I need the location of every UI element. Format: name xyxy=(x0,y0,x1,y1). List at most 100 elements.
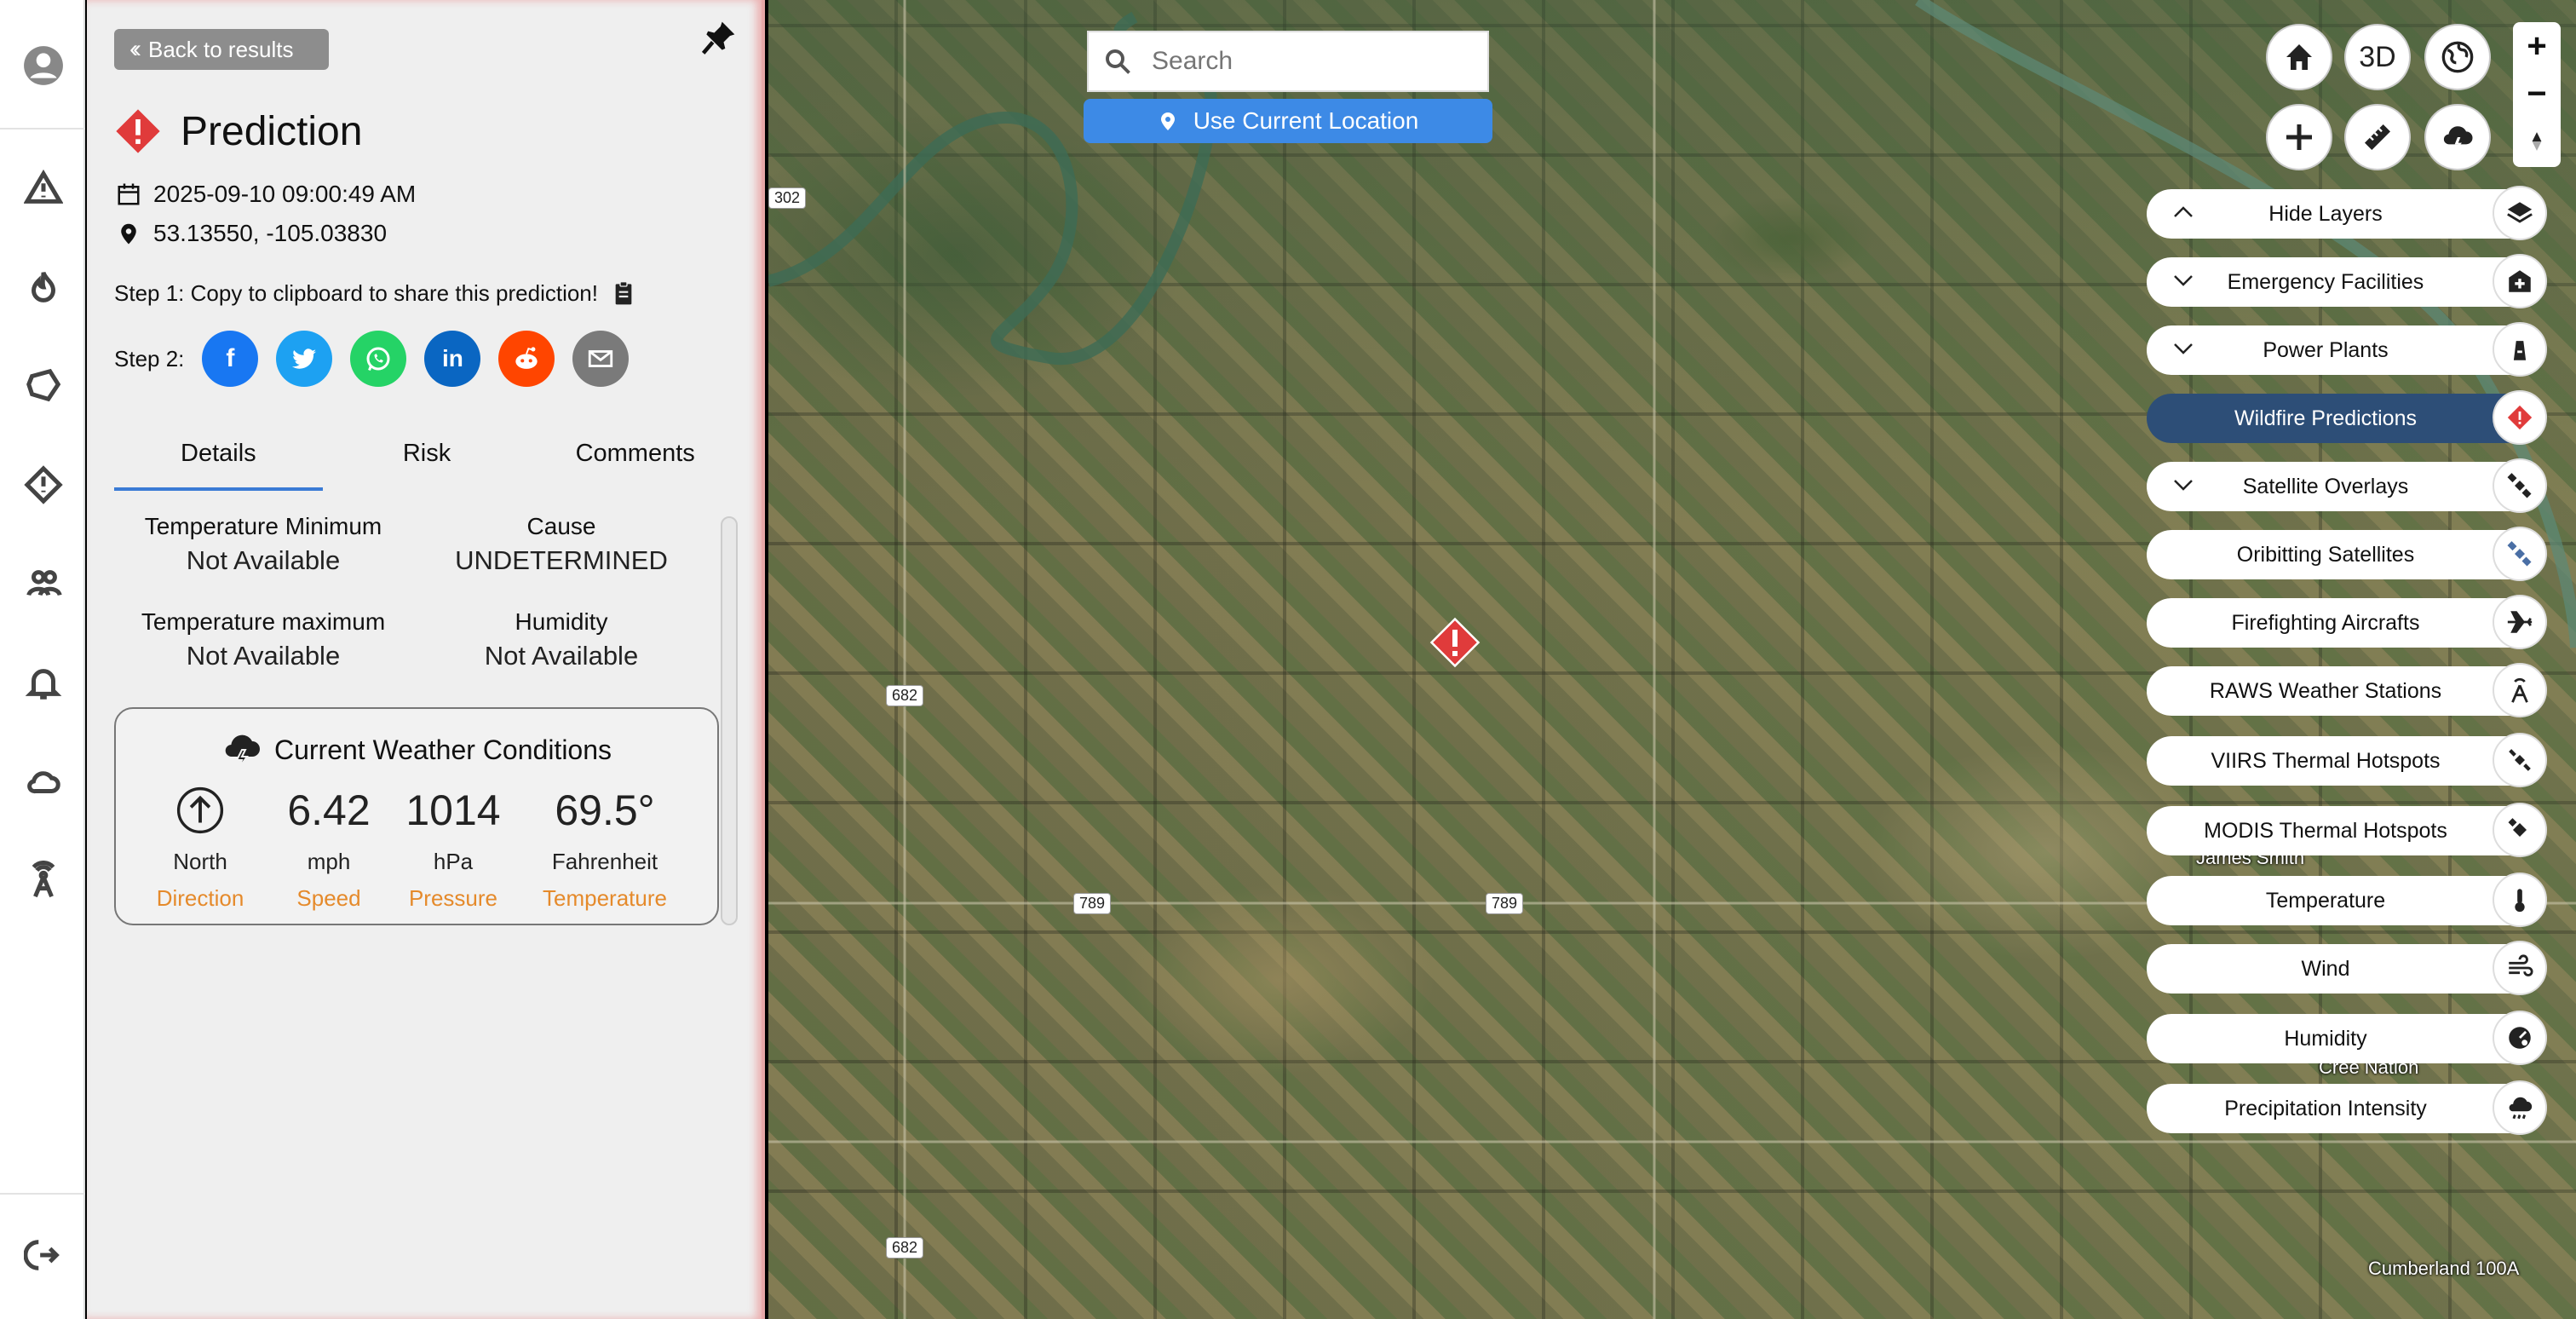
home-icon xyxy=(2286,44,2312,70)
warning-icon[interactable] xyxy=(22,167,65,210)
place-label: Cumberland 100A xyxy=(2368,1258,2520,1279)
clipboard-icon[interactable] xyxy=(610,279,637,307)
prediction-coordinates: 53.13550, -105.03830 xyxy=(116,220,387,247)
arrow-up-circle-icon xyxy=(176,786,224,834)
linkedin-icon[interactable]: in xyxy=(424,331,481,387)
layer-modis-thermal-hotspots[interactable]: MODIS Thermal Hotspots xyxy=(2147,803,2547,857)
layer-satellite-overlays[interactable]: Satellite Overlays xyxy=(2147,458,2547,513)
layer-hide-layers[interactable]: Hide Layers xyxy=(2147,186,2547,240)
facebook-icon[interactable]: f xyxy=(202,331,259,387)
satellite-icon xyxy=(2493,458,2547,513)
alert-diamond-icon xyxy=(2493,390,2547,445)
prediction-panel: ‹‹ Back to results Prediction 2025-09-10… xyxy=(87,0,765,1319)
plus-icon xyxy=(2286,124,2312,150)
airplane-icon xyxy=(2493,595,2547,649)
road-label: 302 xyxy=(768,187,807,209)
chevron-down-icon xyxy=(2174,343,2193,354)
bell-icon[interactable] xyxy=(22,661,65,704)
area-polygon-icon[interactable] xyxy=(22,365,65,407)
cause-field: Cause UNDETERMINED xyxy=(455,513,668,575)
pin-icon[interactable] xyxy=(700,19,738,56)
chevron-down-icon xyxy=(2174,480,2193,491)
rail-divider xyxy=(0,128,85,130)
pressure: 1014 hPa Pressure xyxy=(405,786,501,911)
layer-temperature[interactable]: Temperature xyxy=(2147,873,2547,927)
email-icon[interactable] xyxy=(572,331,630,387)
layer-power-plants[interactable]: Power Plants xyxy=(2147,322,2547,377)
alert-diamond-icon xyxy=(116,109,160,153)
prediction-datetime: 2025-09-10 09:00:49 AM xyxy=(116,181,416,208)
home-button[interactable] xyxy=(2266,24,2332,90)
power-plant-icon xyxy=(2493,322,2547,377)
thermometer-icon xyxy=(2493,873,2547,927)
tab-details[interactable]: Details xyxy=(114,433,323,491)
tab-comments[interactable]: Comments xyxy=(531,433,739,491)
road-label: 682 xyxy=(886,685,924,706)
double-chevron-left-icon: ‹‹ xyxy=(129,35,141,63)
search-input[interactable] xyxy=(1150,46,1457,77)
antenna-tower-icon[interactable] xyxy=(22,859,65,901)
view-3d-button[interactable]: 3D xyxy=(2344,24,2411,90)
weather-station-icon xyxy=(2493,663,2547,717)
temperature: 69.5° Fahrenheit Temperature xyxy=(543,786,667,911)
road-label: 789 xyxy=(1486,893,1524,914)
layer-firefighting-aircrafts[interactable]: Firefighting Aircrafts xyxy=(2147,595,2547,649)
fire-icon[interactable] xyxy=(22,266,65,308)
layer-orbiting-satellites[interactable]: Oribitting Satellites xyxy=(2147,527,2547,581)
viirs-satellite-icon xyxy=(2493,733,2547,787)
compass-icon xyxy=(2532,132,2542,151)
use-current-location-button[interactable]: Use Current Location xyxy=(1084,99,1492,143)
modis-satellite-icon xyxy=(2493,803,2547,857)
layer-precipitation-intensity[interactable]: Precipitation Intensity xyxy=(2147,1080,2547,1135)
back-to-results-button[interactable]: ‹‹ Back to results xyxy=(114,29,329,70)
layer-raws-weather-stations[interactable]: RAWS Weather Stations xyxy=(2147,663,2547,717)
add-button[interactable] xyxy=(2266,104,2332,170)
temp-max-field: Temperature maximum Not Available xyxy=(141,608,386,671)
share-step-2: Step 2: f in xyxy=(114,331,630,387)
layer-humidity[interactable]: Humidity xyxy=(2147,1011,2547,1065)
globe-button[interactable] xyxy=(2424,24,2491,90)
reddit-icon[interactable] xyxy=(498,331,555,387)
zoom-out-button[interactable]: − xyxy=(2513,70,2561,118)
layer-wildfire-predictions[interactable]: Wildfire Predictions xyxy=(2147,390,2547,445)
zoom-in-button[interactable]: + xyxy=(2513,22,2561,70)
orbiting-satellite-icon xyxy=(2493,527,2547,581)
chevron-down-icon xyxy=(2174,275,2193,286)
humidity-gauge-icon xyxy=(2493,1011,2547,1065)
hospital-icon xyxy=(2493,254,2547,308)
wildfire-prediction-marker[interactable] xyxy=(1429,617,1481,668)
search-icon xyxy=(1106,49,1130,74)
ruler-icon xyxy=(2365,124,2390,150)
community-icon[interactable] xyxy=(22,562,65,605)
weather-title: Current Weather Conditions xyxy=(116,731,717,769)
tab-risk[interactable]: Risk xyxy=(323,433,532,491)
temp-min-field: Temperature Minimum Not Available xyxy=(144,513,382,575)
road-label: 789 xyxy=(1073,893,1112,914)
layer-emergency-facilities[interactable]: Emergency Facilities xyxy=(2147,254,2547,308)
logout-icon[interactable] xyxy=(22,1234,65,1276)
details-scrollbar[interactable] xyxy=(721,516,738,925)
cloud-icon[interactable] xyxy=(22,760,65,803)
panel-header: Prediction xyxy=(114,107,362,155)
weather-overlay-button[interactable] xyxy=(2424,104,2491,170)
globe-icon xyxy=(2441,41,2474,73)
layer-viirs-thermal-hotspots[interactable]: VIIRS Thermal Hotspots xyxy=(2147,733,2547,787)
thunder-cloud-icon xyxy=(225,734,260,769)
wind-direction: North Direction xyxy=(153,786,247,912)
twitter-icon[interactable] xyxy=(276,331,333,387)
wind-icon xyxy=(2493,941,2547,995)
user-avatar-icon[interactable] xyxy=(22,44,65,87)
weather-card: Current Weather Conditions North Directi… xyxy=(114,707,719,925)
share-step-1: Step 1: Copy to clipboard to share this … xyxy=(114,279,637,307)
alert-diamond-icon[interactable] xyxy=(22,464,65,506)
detail-tabs: Details Risk Comments xyxy=(114,433,739,491)
rail-divider xyxy=(0,1193,85,1195)
page-title: Prediction xyxy=(181,108,363,154)
layers-icon xyxy=(2493,186,2547,240)
compass-reset-button[interactable] xyxy=(2513,118,2561,165)
whatsapp-icon[interactable] xyxy=(350,331,407,387)
rain-cloud-icon xyxy=(2493,1080,2547,1135)
layer-wind[interactable]: Wind xyxy=(2147,941,2547,995)
chevron-up-icon xyxy=(2174,206,2193,217)
measure-button[interactable] xyxy=(2344,104,2411,170)
